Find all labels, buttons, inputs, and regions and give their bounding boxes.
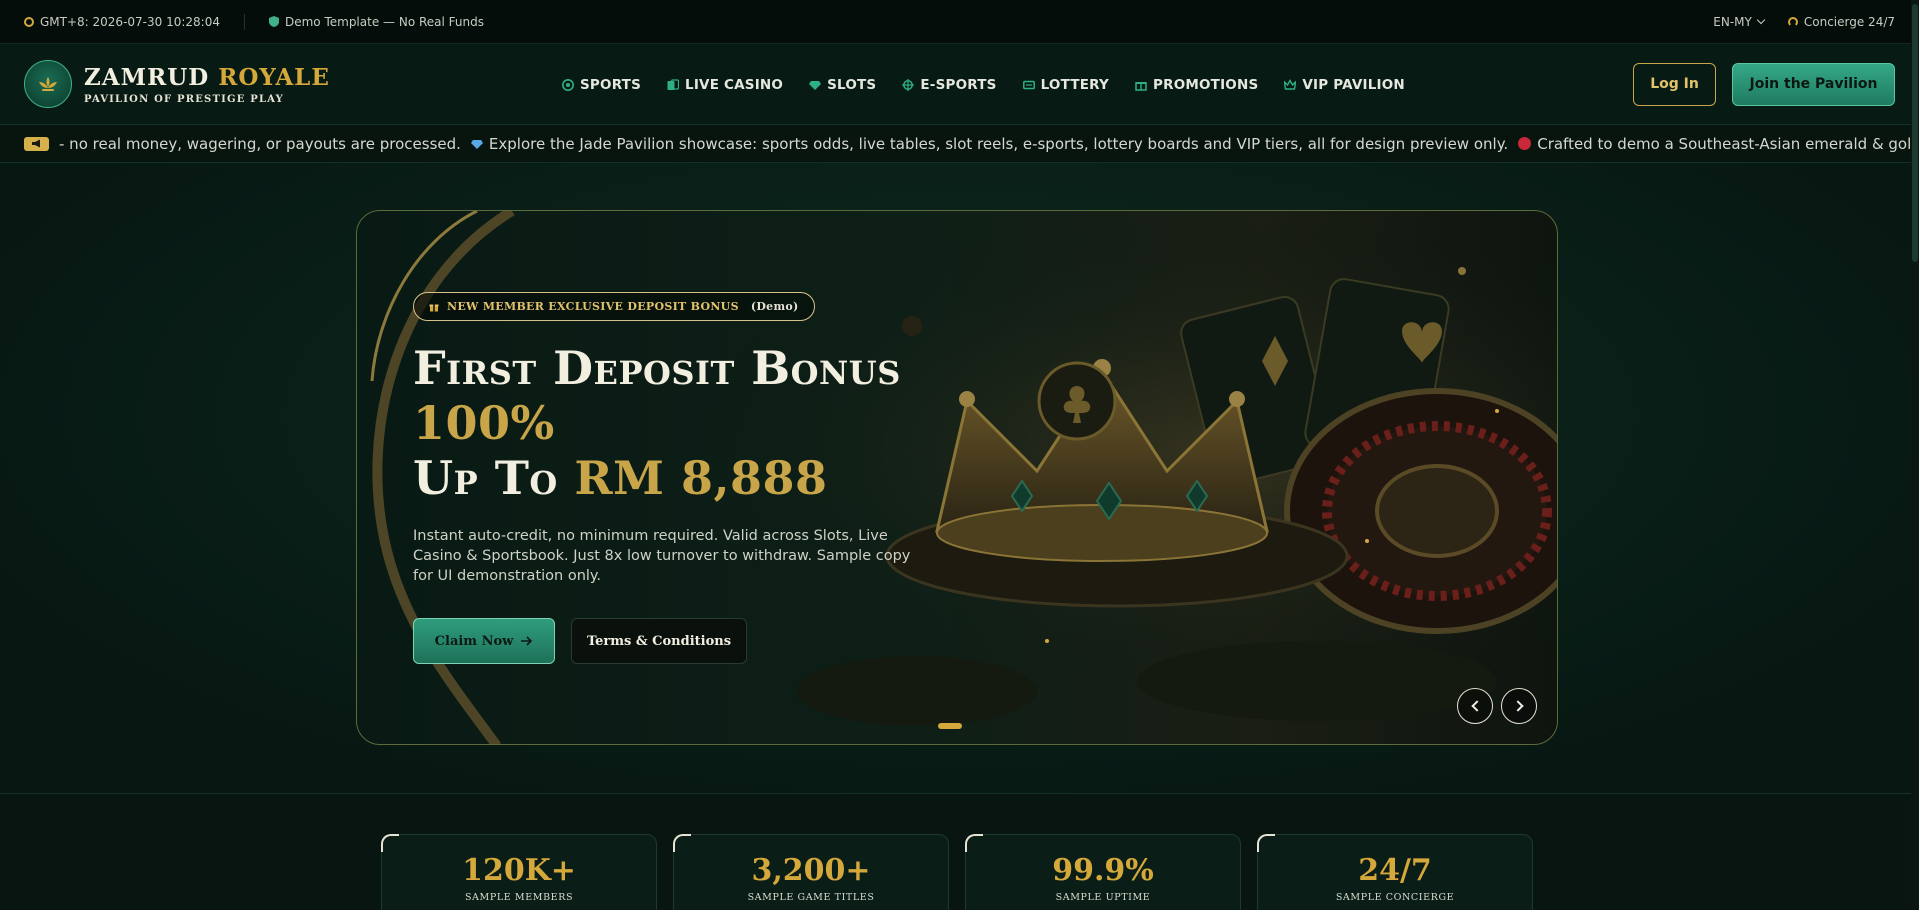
hero-title-line1: First Deposit Bonus [413,341,901,395]
primary-nav: SPORTS LIVE CASINO SLOTS E-SPORTS LOTTER… [562,44,1405,125]
clock-icon [24,16,34,27]
hero-description: Instant auto-credit, no minimum required… [413,528,911,584]
gift-icon [429,304,439,311]
ticker-item: - no real money, wagering, or payouts ar… [59,135,461,153]
nav-label: E-SPORTS [920,76,997,93]
nav-slots[interactable]: SLOTS [809,77,876,93]
claim-label: Claim Now [434,633,514,649]
auth-actions: Log In Join the Pavilion [1633,62,1895,106]
diamond-icon [470,139,483,149]
chevron-right-icon [1511,700,1524,712]
promo-badge-tag: (Demo) [750,300,799,313]
stat-label: SAMPLE CONCIERGE [1335,892,1455,903]
gem-icon [809,80,822,90]
clock-text: GMT+8: 2026-07-30 10:28:04 [40,14,220,29]
ticker-item: Explore the Jade Pavilion showcase: spor… [470,134,1509,153]
stat-card: 120K+ SAMPLE MEMBERS [381,834,657,910]
stat-label: SAMPLE UPTIME [1055,892,1151,903]
stat-card: 3,200+ SAMPLE GAME TITLES [673,834,949,910]
carousel-prev-button[interactable] [1457,688,1493,724]
join-button[interactable]: Join the Pavilion [1732,62,1895,106]
logo-text[interactable]: ZAMRUD ROYALE PAVILION OF PRESTIGE PLAY [84,64,330,105]
red-dot-icon [1518,137,1532,150]
utility-bar: GMT+8: 2026-07-30 10:28:04 Demo Template… [0,0,1919,44]
ticket-icon [1022,80,1035,89]
crown-icon [1284,78,1297,90]
announcement-ticker: - no real money, wagering, or payouts ar… [0,125,1919,163]
stat-label: SAMPLE MEMBERS [464,892,574,903]
hero-title-prefix: Up To [413,451,558,505]
stat-value: 99.9% [1052,853,1154,888]
nav-sports[interactable]: SPORTS [562,77,641,93]
brand-tagline: PAVILION OF PRESTIGE PLAY [84,93,284,105]
corner-accent [965,834,983,852]
corner-accent [673,834,691,852]
language-selector[interactable]: EN-MY [1713,14,1766,29]
nav-lottery[interactable]: LOTTERY [1022,76,1109,93]
ticker-item: Crafted to demo a Southeast-Asian emeral… [1518,135,1919,153]
corner-accent [381,834,399,852]
nav-vip-pavilion[interactable]: VIP PAVILION [1284,77,1405,93]
hero-title: First Deposit Bonus 100% Up To RM 8,888 [413,341,901,506]
hero-carousel: NEW MEMBER EXCLUSIVE DEPOSIT BONUS (Demo… [356,210,1558,745]
carousel-indicator[interactable] [938,723,962,729]
soccer-ball-icon [562,78,574,91]
brand-main: ZAMRUD [84,63,210,91]
language-label: EN-MY [1713,14,1752,29]
hero-title-amount: RM 8,888 [574,451,828,505]
nav-label: VIP PAVILION [1302,76,1405,93]
stat-value: 3,200+ [751,853,871,888]
stat-card: 24/7 SAMPLE CONCIERGE [1257,834,1533,910]
divider [243,13,245,30]
ticker-text: Explore the Jade Pavilion showcase: spor… [488,134,1509,153]
headset-icon [1787,16,1798,27]
terms-button[interactable]: Terms & Conditions [571,618,747,664]
carousel-next-button[interactable] [1501,688,1537,724]
template-notice-text: Demo Template — No Real Funds [284,14,484,29]
shield-icon [268,16,279,27]
arrow-right-icon [521,636,533,646]
concierge-link[interactable]: Concierge 24/7 [1787,14,1895,29]
concierge-label: Concierge 24/7 [1803,14,1895,29]
claim-now-button[interactable]: Claim Now [413,618,555,664]
logo-badge[interactable] [24,60,72,108]
nav-label: SLOTS [827,76,877,93]
hero-title-line2: 100% [413,396,555,450]
brand-accent: ROYALE [218,63,330,91]
promo-badge: NEW MEMBER EXCLUSIVE DEPOSIT BONUS (Demo… [413,292,815,321]
ticker-text: - no real money, wagering, or payouts ar… [59,134,461,153]
scrollbar-thumb[interactable] [1912,4,1918,262]
stat-value: 120K+ [462,853,576,888]
stat-value: 24/7 [1358,853,1432,888]
nav-label: LIVE CASINO [685,76,784,93]
brand-name: ZAMRUD ROYALE [84,64,330,91]
page-scrollbar[interactable] [1911,0,1919,910]
nav-label: LOTTERY [1040,76,1109,93]
nav-e-sports[interactable]: E-SPORTS [902,77,996,93]
template-notice: Demo Template — No Real Funds [268,14,484,29]
hero-title-line3: Up To RM 8,888 [413,451,901,506]
stats-section [0,793,1919,910]
promo-badge-label: NEW MEMBER EXCLUSIVE DEPOSIT BONUS [447,300,739,313]
nav-label: SPORTS [580,76,642,93]
corner-accent [1257,834,1275,852]
login-button[interactable]: Log In [1633,62,1716,106]
nav-promotions[interactable]: PROMOTIONS [1135,77,1258,93]
clock: GMT+8: 2026-07-30 10:28:04 [24,15,220,29]
gift-icon [1135,81,1147,91]
chevron-down-icon [1756,15,1766,24]
lotus-icon [39,77,57,91]
megaphone-icon [24,136,49,151]
chevron-left-icon [1470,700,1483,712]
stat-card: 99.9% SAMPLE UPTIME [965,834,1241,910]
nav-live-casino[interactable]: LIVE CASINO [667,77,783,93]
main-header: ZAMRUD ROYALE PAVILION OF PRESTIGE PLAY … [0,44,1919,125]
gamepad-icon [902,78,915,91]
nav-label: PROMOTIONS [1153,76,1259,93]
stat-label: SAMPLE GAME TITLES [747,892,875,903]
ticker-text: Crafted to demo a Southeast-Asian emeral… [1537,134,1919,153]
cards-icon [667,78,680,90]
